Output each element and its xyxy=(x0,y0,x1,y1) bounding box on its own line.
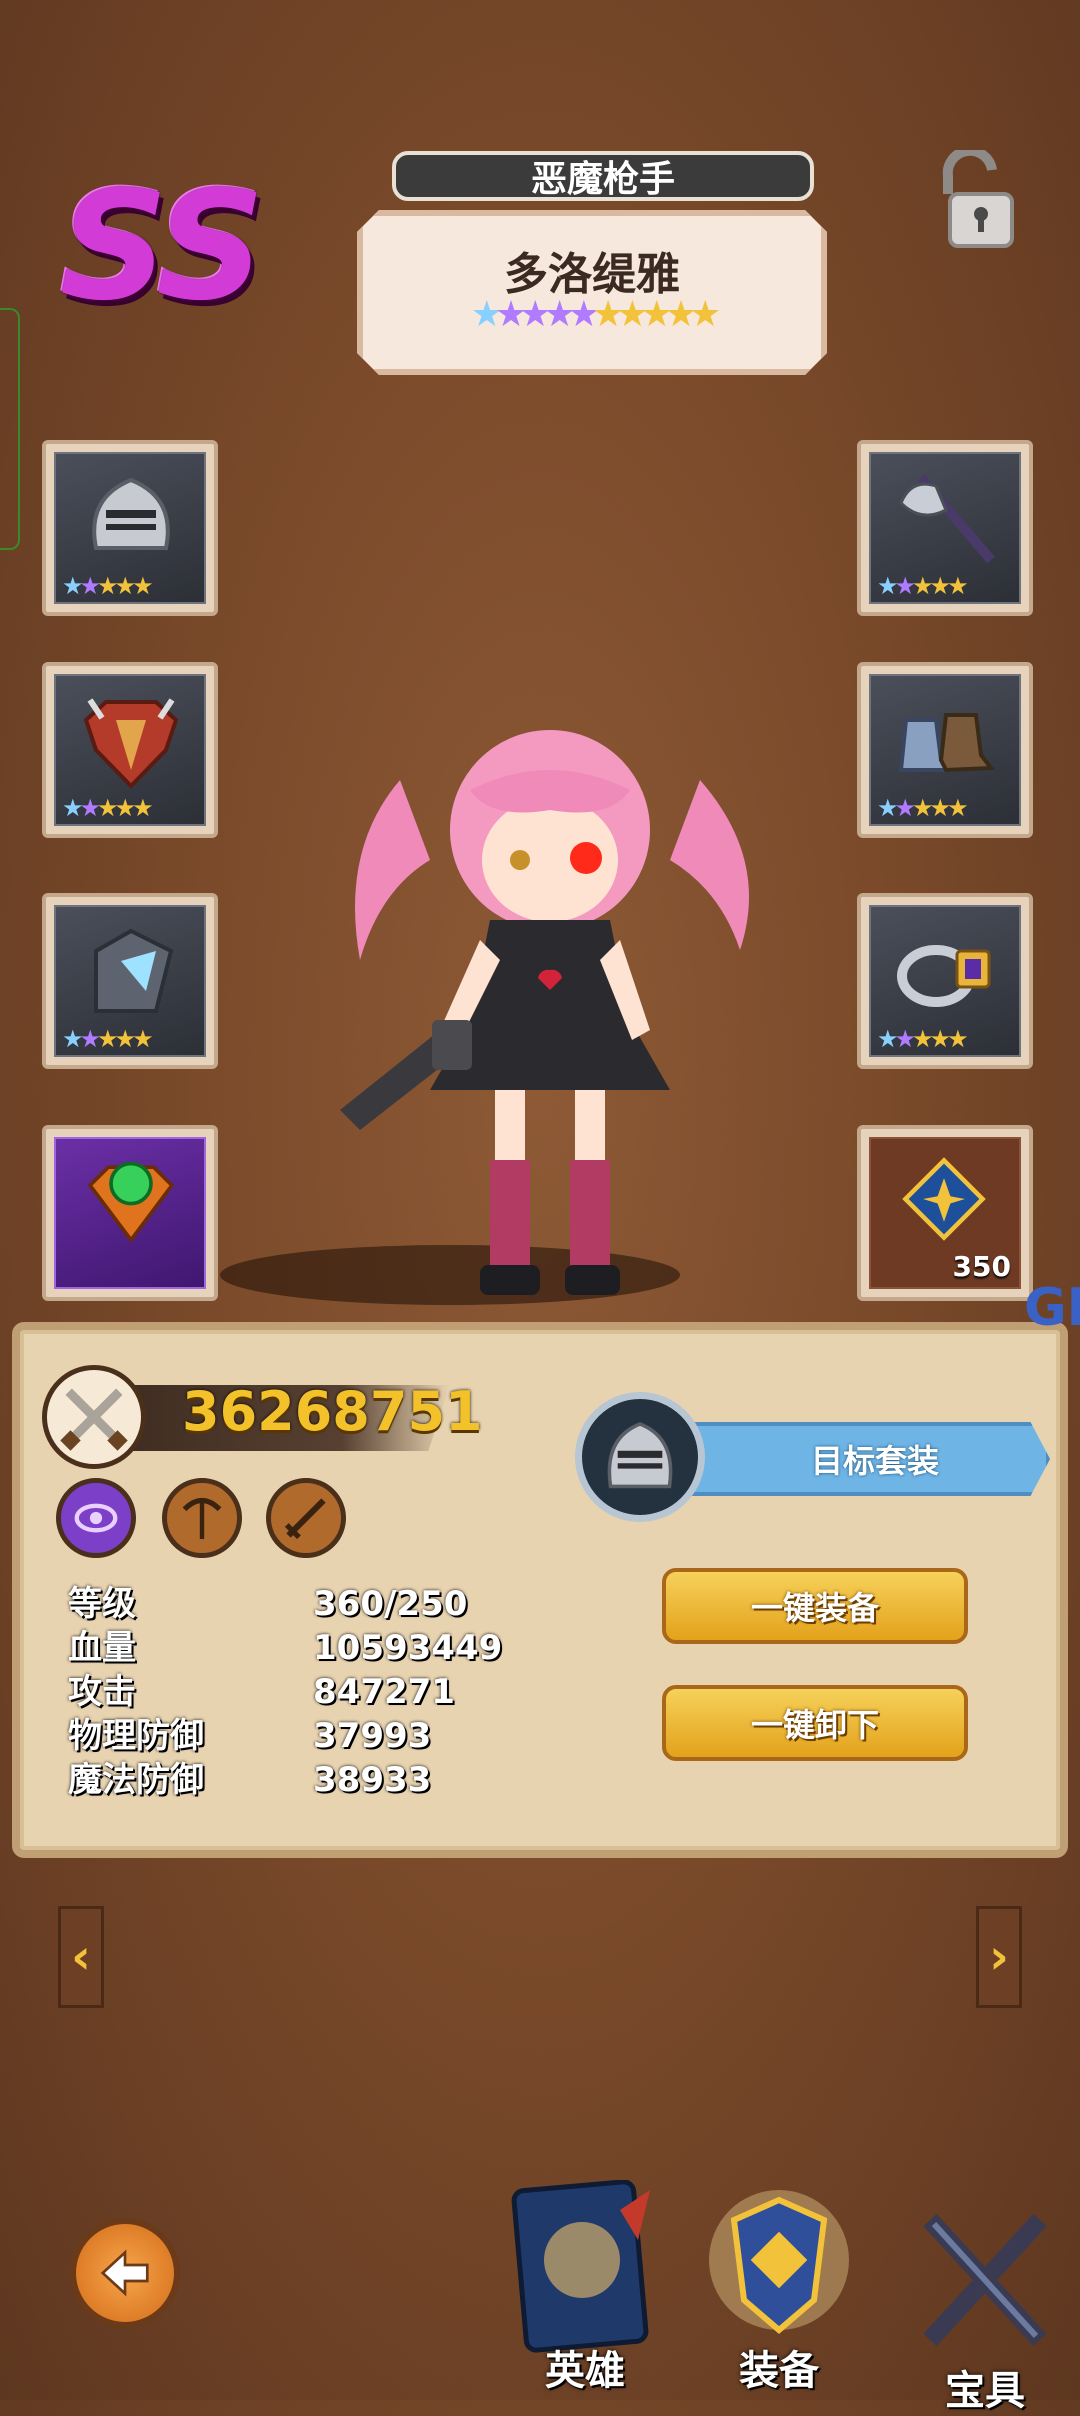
hero-character[interactable] xyxy=(320,690,780,1330)
stat-value: 37993 xyxy=(313,1716,432,1756)
nav-equipment[interactable]: 装备 xyxy=(694,2180,864,2394)
stat-label: 魔法防御 xyxy=(68,1760,204,1800)
rank-badge: SS xyxy=(60,160,265,334)
emblem-icon xyxy=(87,1161,175,1243)
nav-label: 英雄 xyxy=(545,2348,625,2394)
next-hero-button[interactable]: › xyxy=(976,1906,1022,2008)
side-edge-handle[interactable] xyxy=(0,308,20,550)
hero-card-icon xyxy=(511,2180,650,2353)
crest-count: 350 xyxy=(952,1250,1011,1283)
slot-stars: ★★★★★ xyxy=(62,572,153,600)
slot-stars: ★★★★★ xyxy=(877,794,968,822)
equipment-shield-icon xyxy=(709,2190,849,2334)
gauntlet-icon xyxy=(94,928,174,1013)
equip-slot-emblem[interactable] xyxy=(42,1125,218,1301)
skill-sword-icon[interactable] xyxy=(266,1478,346,1558)
hero-name-plate: 多洛缇雅 ★★★★★★★★★★ xyxy=(357,210,827,375)
target-set-button[interactable]: 目标套装 xyxy=(660,1422,1050,1496)
nav-label: 宝具 xyxy=(945,2368,1025,2414)
combat-power: 36268751 xyxy=(182,1380,483,1443)
boots-icon xyxy=(898,713,995,773)
helmet-icon xyxy=(92,477,170,550)
equip-slot-ring[interactable]: ★★★★★ xyxy=(857,893,1033,1069)
chevron-right-icon: › xyxy=(989,1929,1009,1985)
slot-stars: ★★★★★ xyxy=(877,1025,968,1053)
slot-stars: ★★★★★ xyxy=(62,794,153,822)
unlock-icon[interactable] xyxy=(930,150,1020,250)
hero-stars: ★★★★★★★★★★ xyxy=(470,294,714,335)
stat-label: 血量 xyxy=(68,1628,136,1668)
crossed-blades-icon xyxy=(923,2213,1047,2347)
helmet-icon[interactable] xyxy=(575,1392,705,1522)
skill-eye-icon[interactable] xyxy=(56,1478,136,1558)
stat-row-magic-def: 魔法防御 38933 xyxy=(68,1758,502,1802)
stat-label: 攻击 xyxy=(68,1672,136,1712)
slot-stars: ★★★★★ xyxy=(877,572,968,600)
equip-slot-boots[interactable]: ★★★★★ xyxy=(857,662,1033,838)
nav-label: 装备 xyxy=(739,2348,819,2394)
hero-name: 多洛缇雅 xyxy=(504,249,680,300)
back-button[interactable] xyxy=(70,2218,180,2328)
stat-value: 10593449 xyxy=(313,1628,503,1668)
skill-bow-icon[interactable] xyxy=(162,1478,242,1558)
equip-slot-weapon[interactable]: ★★★★★ xyxy=(857,440,1033,616)
stat-row-attack: 攻击 847271 xyxy=(68,1670,502,1714)
stat-label: 物理防御 xyxy=(68,1716,204,1756)
equip-all-button[interactable]: 一键装备 xyxy=(662,1568,968,1644)
stat-value: 360/250 xyxy=(313,1584,468,1624)
equip-slot-crest[interactable]: 350 xyxy=(857,1125,1033,1301)
prev-hero-button[interactable]: ‹ xyxy=(58,1906,104,2008)
stat-value: 847271 xyxy=(313,1672,455,1712)
watermark: GK xyxy=(1024,1278,1080,1338)
axe-icon xyxy=(899,474,995,564)
slot-stars: ★★★★★ xyxy=(62,1025,153,1053)
stat-value: 38933 xyxy=(313,1760,432,1800)
hero-class-title: 恶魔枪手 xyxy=(392,151,814,201)
equip-slot-gauntlet[interactable]: ★★★★★ xyxy=(42,893,218,1069)
crossed-swords-icon xyxy=(42,1365,146,1469)
nav-heroes[interactable]: 英雄 xyxy=(500,2180,670,2394)
equip-slot-chest[interactable]: ★★★★★ xyxy=(42,662,218,838)
ring-icon xyxy=(897,945,991,1007)
unequip-all-button[interactable]: 一键卸下 xyxy=(662,1685,968,1761)
stats-list: 等级 360/250 血量 10593449 攻击 847271 物理防御 37… xyxy=(68,1582,502,1802)
chevron-left-icon: ‹ xyxy=(71,1929,91,1985)
stat-label: 等级 xyxy=(68,1584,136,1624)
nav-artifacts[interactable]: 宝具 xyxy=(900,2200,1070,2414)
chest-armor-icon xyxy=(83,698,179,789)
crest-icon xyxy=(902,1157,986,1241)
stat-row-hp: 血量 10593449 xyxy=(68,1626,502,1670)
equip-slot-helmet[interactable]: ★★★★★ xyxy=(42,440,218,616)
stat-row-phys-def: 物理防御 37993 xyxy=(68,1714,502,1758)
stat-row-level: 等级 360/250 xyxy=(68,1582,502,1626)
